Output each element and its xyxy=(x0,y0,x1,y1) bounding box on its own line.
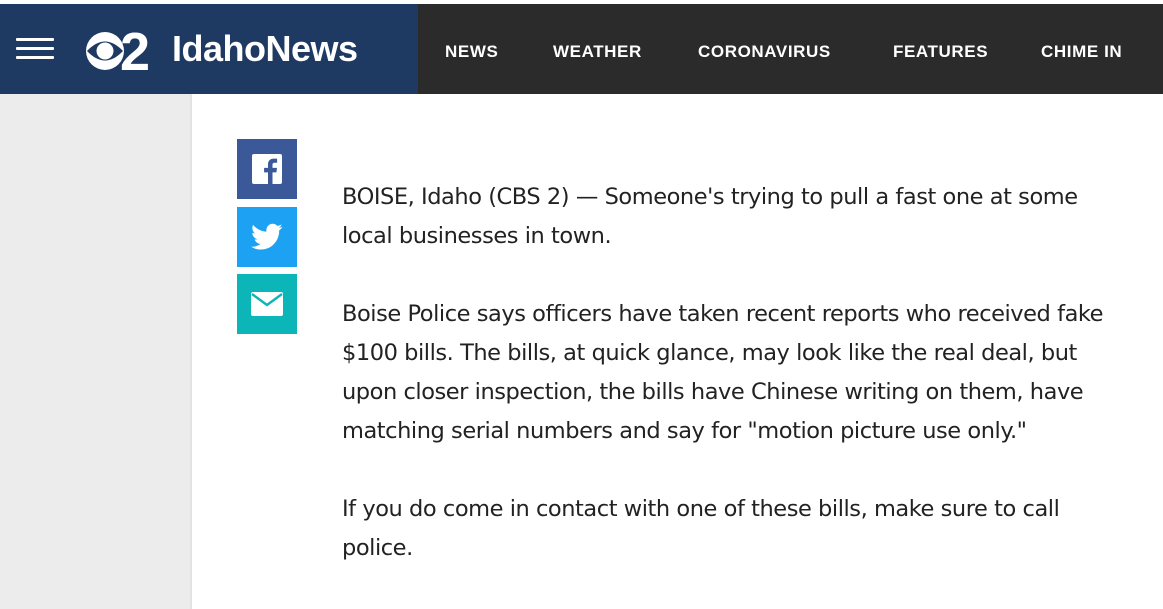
left-gutter xyxy=(0,94,190,609)
nav-item-coronavirus[interactable]: CORONAVIRUS xyxy=(698,42,831,62)
main-nav: NEWS WEATHER CORONAVIRUS FEATURES CHIME … xyxy=(418,4,1163,94)
brand-bar: 2 IdahoNews xyxy=(0,4,418,94)
cbs-eye-logo-icon: 2 xyxy=(86,24,150,74)
nav-item-news[interactable]: NEWS xyxy=(445,42,498,62)
site-header: 2 IdahoNews NEWS WEATHER CORONAVIRUS FEA… xyxy=(0,4,1163,94)
nav-item-chime-in[interactable]: CHIME IN xyxy=(1041,42,1122,62)
nav-item-features[interactable]: FEATURES xyxy=(893,42,988,62)
article-paragraph: Boise Police says officers have taken re… xyxy=(342,301,1104,444)
channel-number: 2 xyxy=(120,24,150,74)
share-facebook-button[interactable] xyxy=(237,139,297,199)
facebook-icon xyxy=(252,154,282,184)
twitter-icon xyxy=(251,223,283,250)
article-paragraph: BOISE, Idaho (CBS 2) — Someone's trying … xyxy=(342,184,1078,249)
site-name: IdahoNews xyxy=(172,28,358,69)
email-icon xyxy=(251,292,283,316)
article-body: BOISE, Idaho (CBS 2) — Someone's trying … xyxy=(342,178,1122,607)
article-paragraph: If you do come in contact with one of th… xyxy=(342,496,1060,561)
hamburger-menu-icon[interactable] xyxy=(16,38,54,62)
share-twitter-button[interactable] xyxy=(237,207,297,267)
site-logo[interactable]: 2 IdahoNews xyxy=(80,24,358,74)
share-email-button[interactable] xyxy=(237,274,297,334)
content-divider xyxy=(190,94,192,609)
nav-item-weather[interactable]: WEATHER xyxy=(553,42,642,62)
